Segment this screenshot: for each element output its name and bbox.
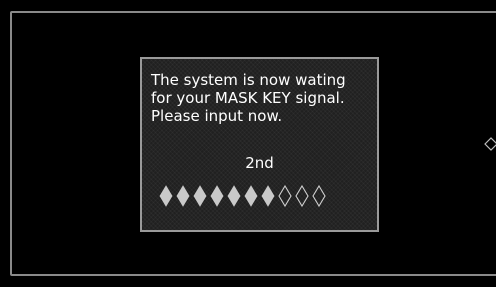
filled-diamond-icon <box>159 185 173 207</box>
filled-diamond-icon <box>176 185 190 207</box>
empty-diamond-icon <box>295 185 309 207</box>
filled-diamond-icon <box>244 185 258 207</box>
signal-count-label: 2nd <box>245 154 274 172</box>
filled-diamond-icon <box>210 185 224 207</box>
filled-diamond-icon <box>227 185 241 207</box>
message-line-1: The system is now wating <box>151 71 346 89</box>
filled-diamond-icon <box>261 185 275 207</box>
diamond-outline-icon <box>484 136 496 151</box>
mask-key-dialog: The system is now wating for your MASK K… <box>140 57 379 232</box>
filled-diamond-icon <box>193 185 207 207</box>
empty-diamond-icon <box>312 185 326 207</box>
message-line-2: for your MASK KEY signal. <box>151 89 345 107</box>
message-line-3: Please input now. <box>151 107 283 125</box>
signal-progress-indicator <box>159 185 326 207</box>
empty-diamond-icon <box>278 185 292 207</box>
dialog-message: The system is now wating for your MASK K… <box>151 71 346 125</box>
